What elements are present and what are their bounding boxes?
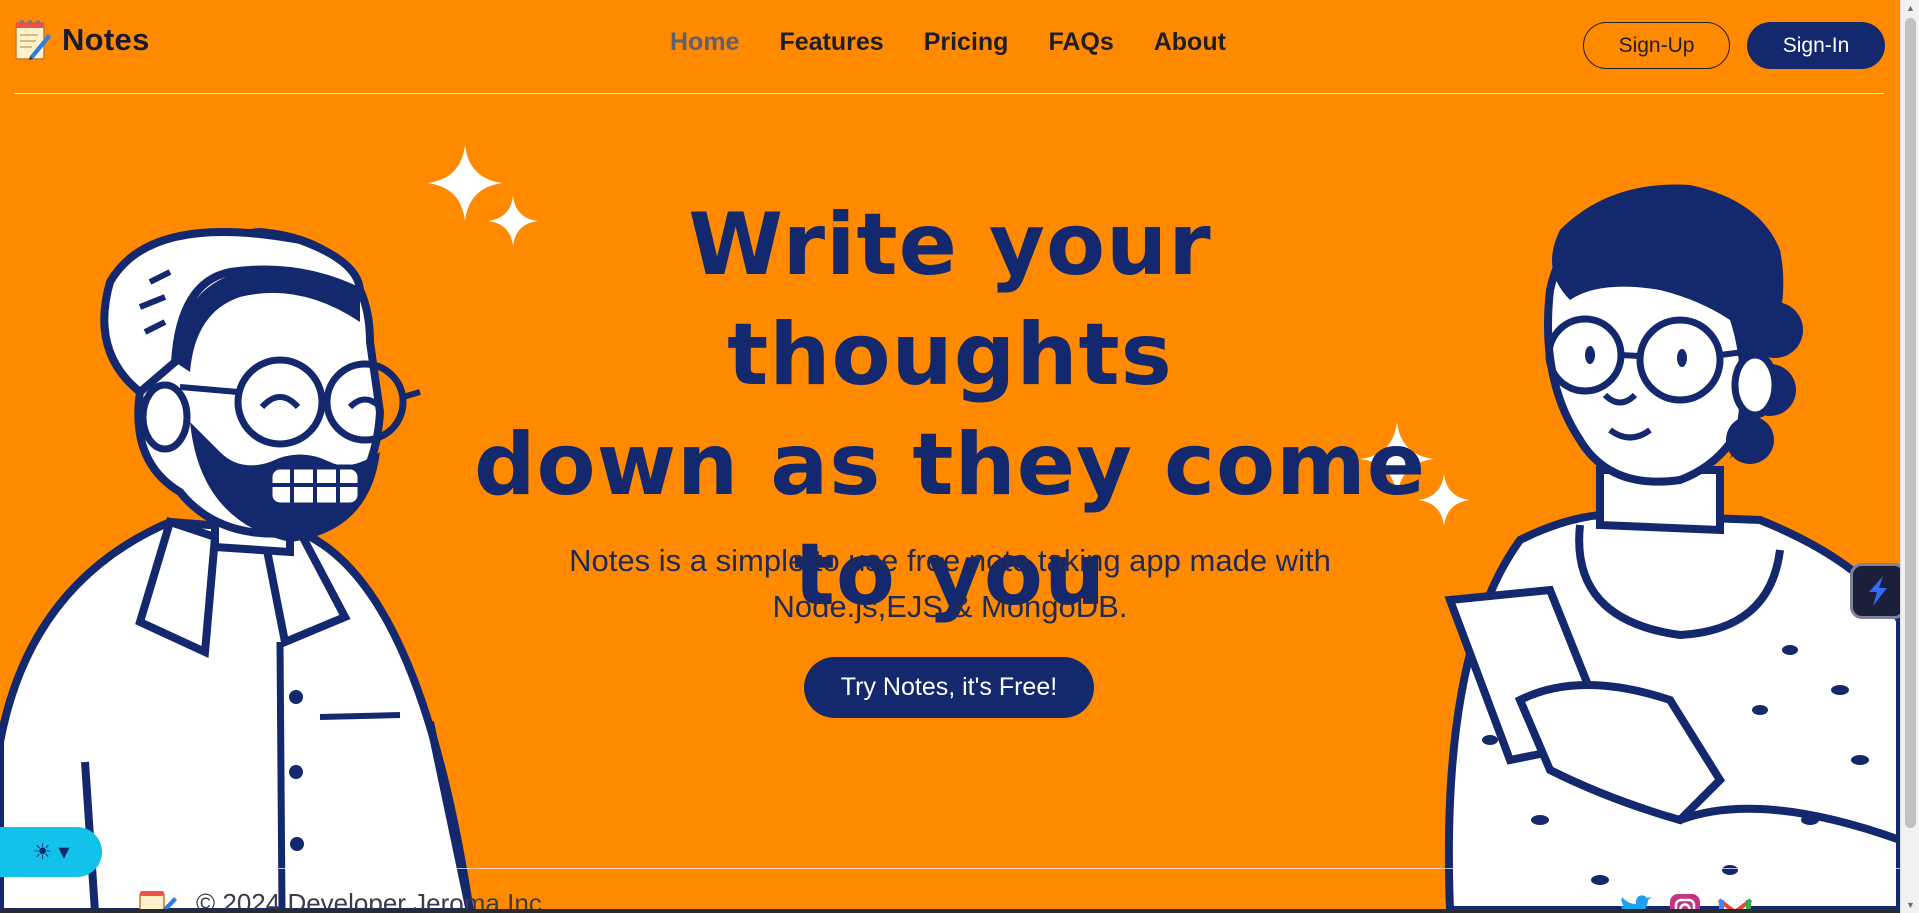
footer-social [1618, 894, 1753, 909]
brand-name: Notes [62, 22, 150, 57]
navbar: Notes Home Features Pricing FAQs About S… [14, 0, 1885, 94]
page: Notes Home Features Pricing FAQs About S… [0, 0, 1900, 909]
nav-pricing[interactable]: Pricing [924, 28, 1009, 57]
twitter-icon[interactable] [1618, 894, 1652, 909]
brand-link[interactable]: Notes [14, 18, 150, 62]
nav-links: Home Features Pricing FAQs About [670, 28, 1226, 57]
bolt-icon [1869, 576, 1887, 606]
try-notes-button[interactable]: Try Notes, it's Free! [804, 657, 1094, 718]
footer-notepad-icon [139, 890, 177, 909]
scroll-thumb[interactable] [1905, 18, 1916, 828]
nav-faqs[interactable]: FAQs [1048, 28, 1113, 57]
theme-toggle-button[interactable]: ☀ ▾ [0, 827, 102, 877]
hero-title-line-1: Write your thoughts [688, 195, 1212, 405]
scroll-down-arrow-icon[interactable]: ▼ [1905, 900, 1916, 910]
signup-button[interactable]: Sign-Up [1583, 22, 1730, 69]
chevron-down-icon: ▾ [58, 839, 70, 864]
vertical-scrollbar[interactable]: ▲ ▼ [1900, 0, 1919, 913]
hero-subtitle-line-1: Notes is a simple to use free note takin… [569, 543, 1331, 578]
footer-brand: © 2024 Developer Jeroma Inc [138, 888, 542, 909]
hero-subtitle-line-2: Node.js,EJS & MongoDB. [772, 589, 1128, 624]
woman-illustration [1444, 184, 1900, 909]
nav-home[interactable]: Home [670, 28, 739, 57]
man-illustration [0, 227, 474, 909]
signin-button[interactable]: Sign-In [1747, 22, 1885, 69]
footer-copyright: © 2024 Developer Jeroma Inc [196, 888, 542, 909]
nav-about[interactable]: About [1154, 28, 1226, 57]
horizontal-scrollbar[interactable] [0, 909, 1900, 913]
notepad-icon [15, 20, 51, 60]
sun-icon: ☀ [32, 839, 53, 864]
hero-subtitle: Notes is a simple to use free note takin… [500, 538, 1400, 630]
footer-divider [138, 868, 1900, 869]
scroll-up-arrow-icon[interactable]: ▲ [1905, 3, 1916, 13]
gmail-icon[interactable] [1717, 894, 1753, 909]
hero-title-line-2: down as they come [473, 415, 1427, 515]
instagram-icon[interactable] [1668, 894, 1702, 909]
floating-extension-button[interactable] [1850, 563, 1900, 619]
nav-features[interactable]: Features [779, 28, 883, 57]
